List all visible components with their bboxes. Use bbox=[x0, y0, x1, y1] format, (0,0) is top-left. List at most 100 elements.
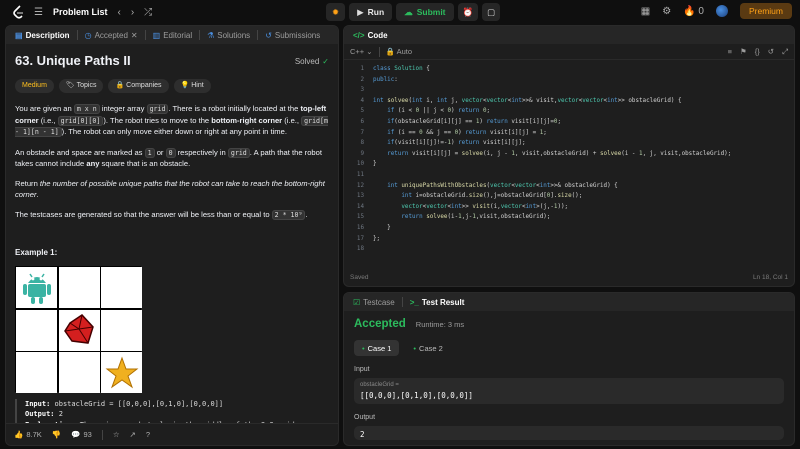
tab-code[interactable]: </> Code bbox=[348, 26, 393, 44]
format-icon[interactable]: ≡ bbox=[728, 47, 732, 57]
code-editor[interactable]: 1 2 3 4 5 6 7 8 9 10 11 12 13 14 15 16 17 18 class Soluti… bbox=[344, 60, 794, 270]
test-result-body: Accepted Runtime: 3 ms • Case 1 • Case 2 I… bbox=[344, 311, 794, 445]
paragraph-3: Return the number of possible unique pat… bbox=[15, 179, 325, 200]
book-icon: ▥ bbox=[152, 30, 161, 40]
code-tabs: </> Code bbox=[344, 26, 794, 44]
dislike-button[interactable]: 👎 bbox=[52, 430, 61, 439]
shuffle-icon[interactable]: ⤮ bbox=[144, 7, 152, 18]
bug-icon: ✹ bbox=[332, 6, 340, 17]
notes-button[interactable]: ▢ bbox=[482, 3, 501, 21]
difficulty-badge[interactable]: Medium bbox=[15, 78, 54, 93]
note-icon: ▢ bbox=[487, 6, 496, 17]
submit-button[interactable]: ☁ Submit bbox=[396, 3, 454, 21]
comment-icon: 💬 bbox=[71, 430, 81, 439]
close-icon[interactable]: ✕ bbox=[131, 31, 138, 40]
case-tabs: • Case 1 • Case 2 bbox=[354, 340, 784, 356]
comments-button[interactable]: 💬 93 bbox=[71, 430, 92, 439]
checkbox-icon: ☑ bbox=[353, 297, 361, 307]
gear-icon[interactable]: ⚙ bbox=[662, 6, 671, 17]
lock-icon: 🔒 bbox=[385, 47, 395, 56]
test-panel: ☑ Testcase >_ Test Result Accepted Runtime… bbox=[343, 292, 795, 446]
reset-icon[interactable]: ↺ bbox=[768, 47, 774, 57]
output-label: Output bbox=[354, 414, 376, 421]
description-footer: 👍 8.7K 👎 💬 93 ☆ ↗ ? bbox=[6, 423, 338, 445]
input-value-box: obstacleGrid = [[0,0,0],[0,1,0],[0,0,0]] bbox=[354, 378, 784, 404]
paragraph-1: You are given an m x n integer array gri… bbox=[15, 103, 328, 138]
code-panel: </> Code C++ ⌄ 🔒 Auto ≡ ⚑ {} ↺ ⤢ 12345678… bbox=[343, 25, 795, 287]
run-button[interactable]: ▶ Run bbox=[349, 3, 393, 21]
topics-chip[interactable]: 🏷 Topics bbox=[58, 78, 104, 93]
line-numbers: 1 2 3 4 5 6 7 8 9 10 11 12 13 14 15 16 17 18 bbox=[356, 66, 364, 253]
tab-submissions[interactable]: ↺ Submissions bbox=[260, 26, 325, 44]
tab-description[interactable]: ▤ Description bbox=[10, 26, 75, 44]
tab-accepted[interactable]: ◷ Accepted ✕ bbox=[80, 26, 143, 44]
obstacle-gem-icon bbox=[58, 309, 100, 351]
like-button[interactable]: 👍 8.7K bbox=[14, 430, 42, 439]
tag-icon: 🏷 bbox=[65, 81, 75, 89]
flask-icon: ⚗ bbox=[207, 30, 215, 40]
problem-description: 63. Unique Paths II Solved ✓ Medium 🏷 Top… bbox=[6, 44, 338, 429]
input-label: Input bbox=[354, 366, 370, 373]
lock-icon: 🔒 bbox=[115, 81, 125, 89]
help-button[interactable]: ? bbox=[146, 430, 150, 439]
share-icon: ↗ bbox=[129, 430, 136, 439]
streak-counter[interactable]: 🔥 0 bbox=[683, 6, 704, 17]
cloud-upload-icon: ☁ bbox=[404, 6, 413, 17]
editor-toolbar: C++ ⌄ 🔒 Auto ≡ ⚑ {} ↺ ⤢ bbox=[344, 44, 794, 60]
thumbs-down-icon: 👎 bbox=[51, 430, 62, 439]
code-icon: </> bbox=[353, 30, 365, 40]
hint-chip[interactable]: 💡 Hint bbox=[173, 78, 211, 93]
description-tabs: ▤ Description ◷ Accepted ✕ ▥ Editorial ⚗ Solu… bbox=[6, 26, 338, 44]
paragraph-4: The testcases are generated so that the … bbox=[15, 210, 308, 221]
timer-button[interactable]: ⏰ bbox=[457, 3, 479, 21]
premium-button[interactable]: Premium bbox=[739, 3, 792, 19]
editor-status-bar: Saved Ln 18, Col 1 bbox=[350, 273, 788, 281]
star-icon bbox=[101, 352, 142, 394]
auto-toggle[interactable]: 🔒 Auto bbox=[386, 47, 412, 56]
history-icon: ↺ bbox=[265, 30, 272, 40]
runtime-label: Runtime: 3 ms bbox=[415, 320, 465, 329]
paragraph-2: An obstacle and space are marked as 1 or… bbox=[15, 147, 322, 169]
problem-list-link[interactable]: Problem List bbox=[53, 7, 108, 17]
tab-editorial[interactable]: ▥ Editorial bbox=[148, 26, 197, 44]
fire-icon: 🔥 bbox=[683, 5, 696, 17]
tab-test-result[interactable]: >_ Test Result bbox=[405, 293, 470, 311]
case-2-tab[interactable]: • Case 2 bbox=[405, 340, 450, 356]
top-bar: ☰ Problem List ‹ › ⤮ ✹ ▶ Run ☁ Submit ⏰ ▢ … bbox=[0, 0, 800, 24]
chevron-left-icon[interactable]: ‹ bbox=[117, 7, 120, 18]
fullscreen-icon[interactable]: ⤢ bbox=[782, 47, 788, 57]
avatar[interactable] bbox=[715, 5, 728, 17]
share-button[interactable]: ↗ bbox=[130, 430, 136, 439]
case-1-tab[interactable]: • Case 1 bbox=[354, 340, 400, 356]
help-icon: ? bbox=[145, 430, 151, 439]
braces-icon[interactable]: {} bbox=[755, 47, 760, 57]
check-circle-icon: ✓ bbox=[322, 56, 329, 66]
result-status: Accepted bbox=[354, 318, 406, 330]
debug-button[interactable]: ✹ bbox=[326, 3, 346, 21]
tab-testcase[interactable]: ☑ Testcase bbox=[348, 293, 400, 311]
chevron-right-icon[interactable]: › bbox=[131, 7, 134, 18]
favorite-button[interactable]: ☆ bbox=[113, 430, 120, 439]
list-icon[interactable]: ☰ bbox=[34, 7, 43, 18]
tab-solutions[interactable]: ⚗ Solutions bbox=[202, 26, 255, 44]
code-text[interactable]: class Solution { public: int solvee(int … bbox=[373, 64, 731, 244]
test-tabs: ☑ Testcase >_ Test Result bbox=[344, 293, 794, 311]
language-select[interactable]: C++ ⌄ bbox=[350, 47, 373, 56]
page-title: 63. Unique Paths II Solved ✓ bbox=[15, 53, 329, 68]
alarm-icon: ⏰ bbox=[462, 6, 474, 17]
solved-badge: Solved ✓ bbox=[294, 56, 329, 66]
bookmark-icon[interactable]: ⚑ bbox=[740, 47, 747, 57]
leetcode-logo-icon[interactable] bbox=[12, 5, 24, 19]
robot-icon bbox=[16, 267, 57, 309]
document-icon: ▤ bbox=[15, 30, 23, 40]
thumbs-up-icon: 👍 bbox=[14, 430, 24, 439]
check-circle-icon: ◷ bbox=[84, 30, 92, 40]
companies-chip[interactable]: 🔒 Companies bbox=[108, 78, 169, 93]
terminal-icon: >_ bbox=[409, 297, 419, 307]
example-title: Example 1: bbox=[15, 247, 58, 257]
description-panel: ▤ Description ◷ Accepted ✕ ▥ Editorial ⚗ Solu… bbox=[5, 25, 339, 446]
layout-icon[interactable]: ▦ bbox=[641, 6, 650, 17]
lightbulb-icon: 💡 bbox=[180, 81, 190, 89]
play-icon: ▶ bbox=[357, 6, 364, 17]
star-outline-icon: ☆ bbox=[112, 430, 120, 439]
